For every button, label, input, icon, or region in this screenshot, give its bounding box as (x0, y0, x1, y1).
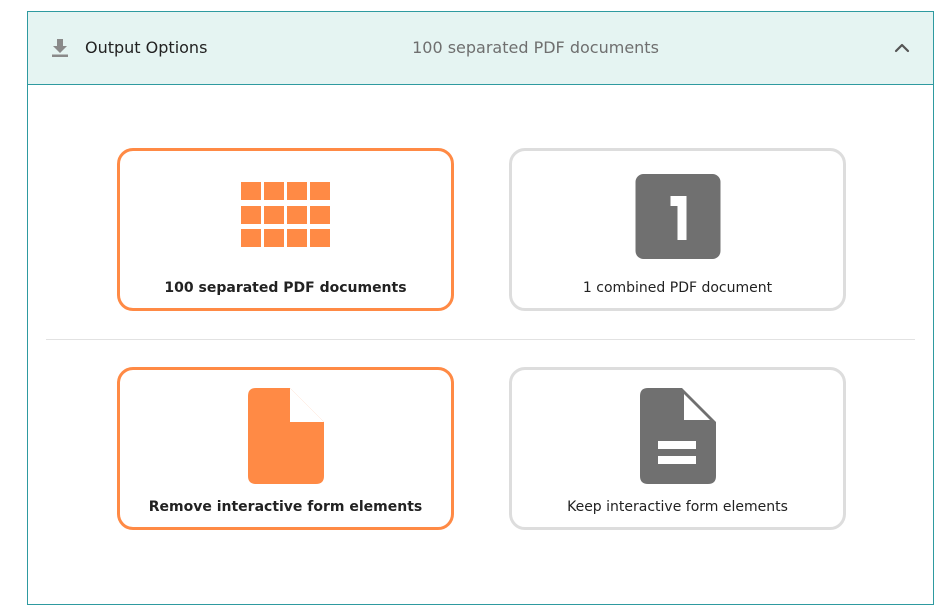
chevron-up-icon[interactable] (890, 36, 914, 60)
option-remove-form-elements[interactable]: Remove interactive form elements (117, 367, 454, 530)
option-label: 100 separated PDF documents (164, 280, 407, 296)
option-label: Remove interactive form elements (148, 499, 423, 515)
option-label: 1 combined PDF document (582, 280, 773, 296)
option-keep-form-elements[interactable]: Keep interactive form elements (509, 367, 846, 530)
download-icon (50, 38, 70, 58)
option-label: Keep interactive form elements (567, 499, 788, 515)
output-options-panel: Output Options 100 separated PDF documen… (27, 11, 934, 605)
number-one-icon (635, 174, 720, 263)
option-combined-document[interactable]: 1 combined PDF document (509, 148, 846, 311)
form-document-icon (639, 388, 716, 488)
option-separated-documents[interactable]: 100 separated PDF documents (117, 148, 454, 311)
output-options-header[interactable]: Output Options 100 separated PDF documen… (28, 12, 933, 85)
blank-document-icon (247, 388, 324, 488)
header-summary: 100 separated PDF documents (412, 38, 659, 57)
section-divider (46, 339, 915, 340)
grid-icon (240, 182, 331, 252)
header-title: Output Options (85, 38, 208, 57)
